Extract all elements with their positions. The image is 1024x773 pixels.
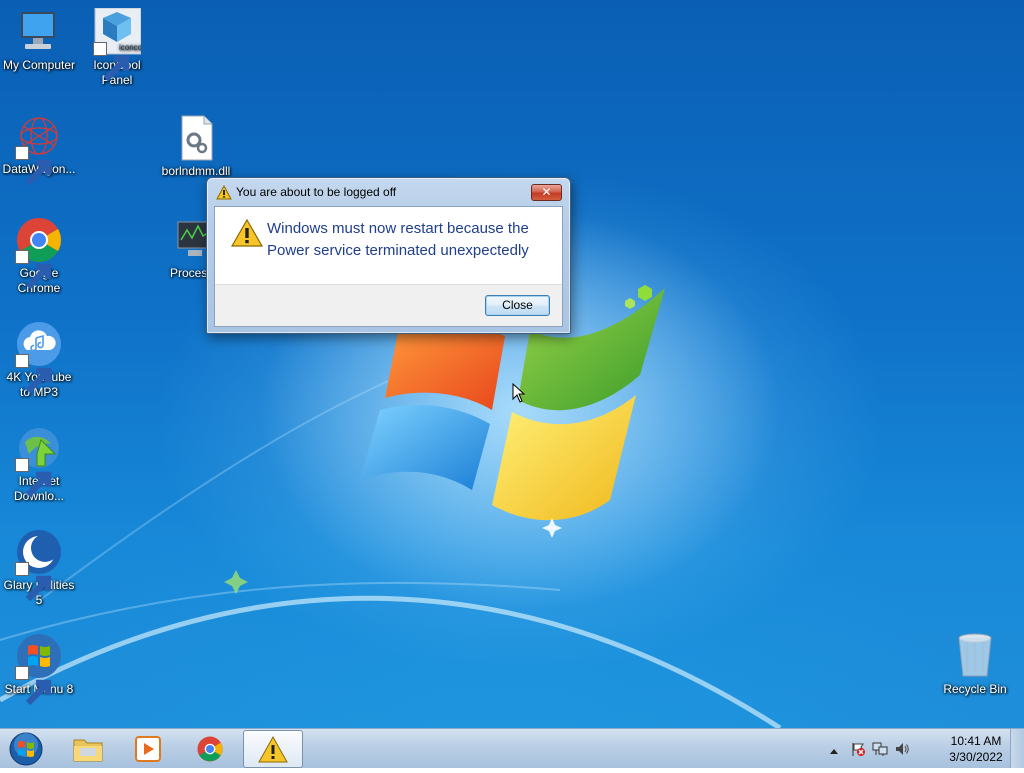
- desktop-icon-start-menu-8[interactable]: Start Menu 8: [0, 632, 78, 706]
- internet-download-manager-icon: [15, 424, 63, 498]
- clock-time: 10:41 AM: [950, 734, 1002, 748]
- music-cloud-icon: [15, 320, 63, 394]
- action-center-flag-icon[interactable]: [850, 741, 866, 757]
- dialog-close-x-button[interactable]: ✕: [531, 184, 562, 201]
- clock-date: 3/30/2022: [949, 750, 1003, 764]
- shortcut-arrow-icon: [15, 458, 52, 498]
- datawagon-icon: [15, 112, 63, 186]
- shortcut-arrow-icon: [15, 146, 52, 186]
- desktop-icon-my-computer[interactable]: My Computer: [0, 8, 78, 73]
- shortcut-arrow-icon: [93, 42, 130, 82]
- desktop-icon-label: Recycle Bin: [943, 682, 1007, 696]
- glary-utilities-icon: [15, 528, 63, 602]
- clock[interactable]: 10:41 AM 3/30/2022: [946, 733, 1006, 765]
- dialog-footer: Close: [215, 284, 562, 326]
- desktop-icon-google-chrome[interactable]: Google Chrome: [0, 216, 78, 296]
- volume-icon[interactable]: [894, 741, 910, 757]
- recycle-bin-icon: [951, 632, 999, 680]
- start-button[interactable]: [6, 730, 46, 768]
- dialog-title: You are about to be logged off: [236, 185, 397, 199]
- shortcut-arrow-icon: [15, 562, 52, 602]
- desktop-icon-4k-youtube-to-mp3[interactable]: 4K YouTube to MP3: [0, 320, 78, 400]
- desktop: My Computer iconcool IconCool Panel Data…: [0, 0, 1024, 728]
- shortcut-arrow-icon: [15, 250, 52, 290]
- show-desktop-button[interactable]: [1010, 729, 1024, 768]
- shortcut-arrow-icon: [15, 354, 52, 394]
- network-icon[interactable]: [872, 741, 888, 757]
- desktop-icon-label: borlndmm.dll: [161, 164, 231, 178]
- show-hidden-icons-arrow[interactable]: [826, 743, 842, 759]
- desktop-icon-glary-utilities[interactable]: Glary Utilities 5: [0, 528, 78, 608]
- taskbar: 10:41 AM 3/30/2022: [0, 728, 1024, 768]
- shortcut-arrow-icon: [15, 666, 52, 706]
- taskbar-explorer-button[interactable]: [58, 730, 118, 768]
- desktop-icon-datawagon[interactable]: DataWagon...: [0, 112, 78, 186]
- desktop-icon-label: My Computer: [2, 58, 76, 72]
- taskbar-media-player-button[interactable]: [118, 730, 178, 768]
- desktop-icon-internet-download-manager[interactable]: Internet Downlo...: [0, 424, 78, 504]
- computer-icon: [15, 8, 63, 56]
- desktop-icon-recycle-bin[interactable]: Recycle Bin: [936, 632, 1014, 697]
- dialog-titlebar[interactable]: You are about to be logged off ✕: [207, 178, 570, 206]
- dialog-client-area: Windows must now restart because the Pow…: [214, 206, 563, 327]
- folder-icon: [73, 739, 103, 762]
- warning-icon: [216, 185, 232, 200]
- windows-7-wallpaper: [0, 210, 782, 728]
- windows-logo-icon: [15, 632, 63, 706]
- media-player-icon: [135, 736, 161, 762]
- iconcool-icon: iconcool: [93, 8, 141, 82]
- desktop-icon-iconcool-panel[interactable]: iconcool IconCool Panel: [78, 8, 156, 88]
- desktop-icon-borlndmm-dll[interactable]: borlndmm.dll: [156, 114, 236, 179]
- dialog-message: Windows must now restart because the Pow…: [267, 220, 529, 259]
- dll-file-icon: [172, 114, 220, 162]
- windows-orb-icon: [9, 732, 43, 766]
- taskbar-warning-dialog-button[interactable]: [243, 730, 303, 768]
- close-button[interactable]: Close: [485, 295, 550, 316]
- taskbar-chrome-button[interactable]: [180, 730, 240, 768]
- chrome-icon: [15, 216, 63, 290]
- mouse-pointer-icon: [512, 383, 526, 403]
- warning-icon: [230, 218, 264, 247]
- warning-icon: [258, 735, 288, 763]
- system-tray: 10:41 AM 3/30/2022: [826, 729, 1006, 769]
- logoff-warning-dialog: You are about to be logged off ✕ Windows…: [206, 177, 571, 334]
- chrome-icon: [197, 736, 223, 762]
